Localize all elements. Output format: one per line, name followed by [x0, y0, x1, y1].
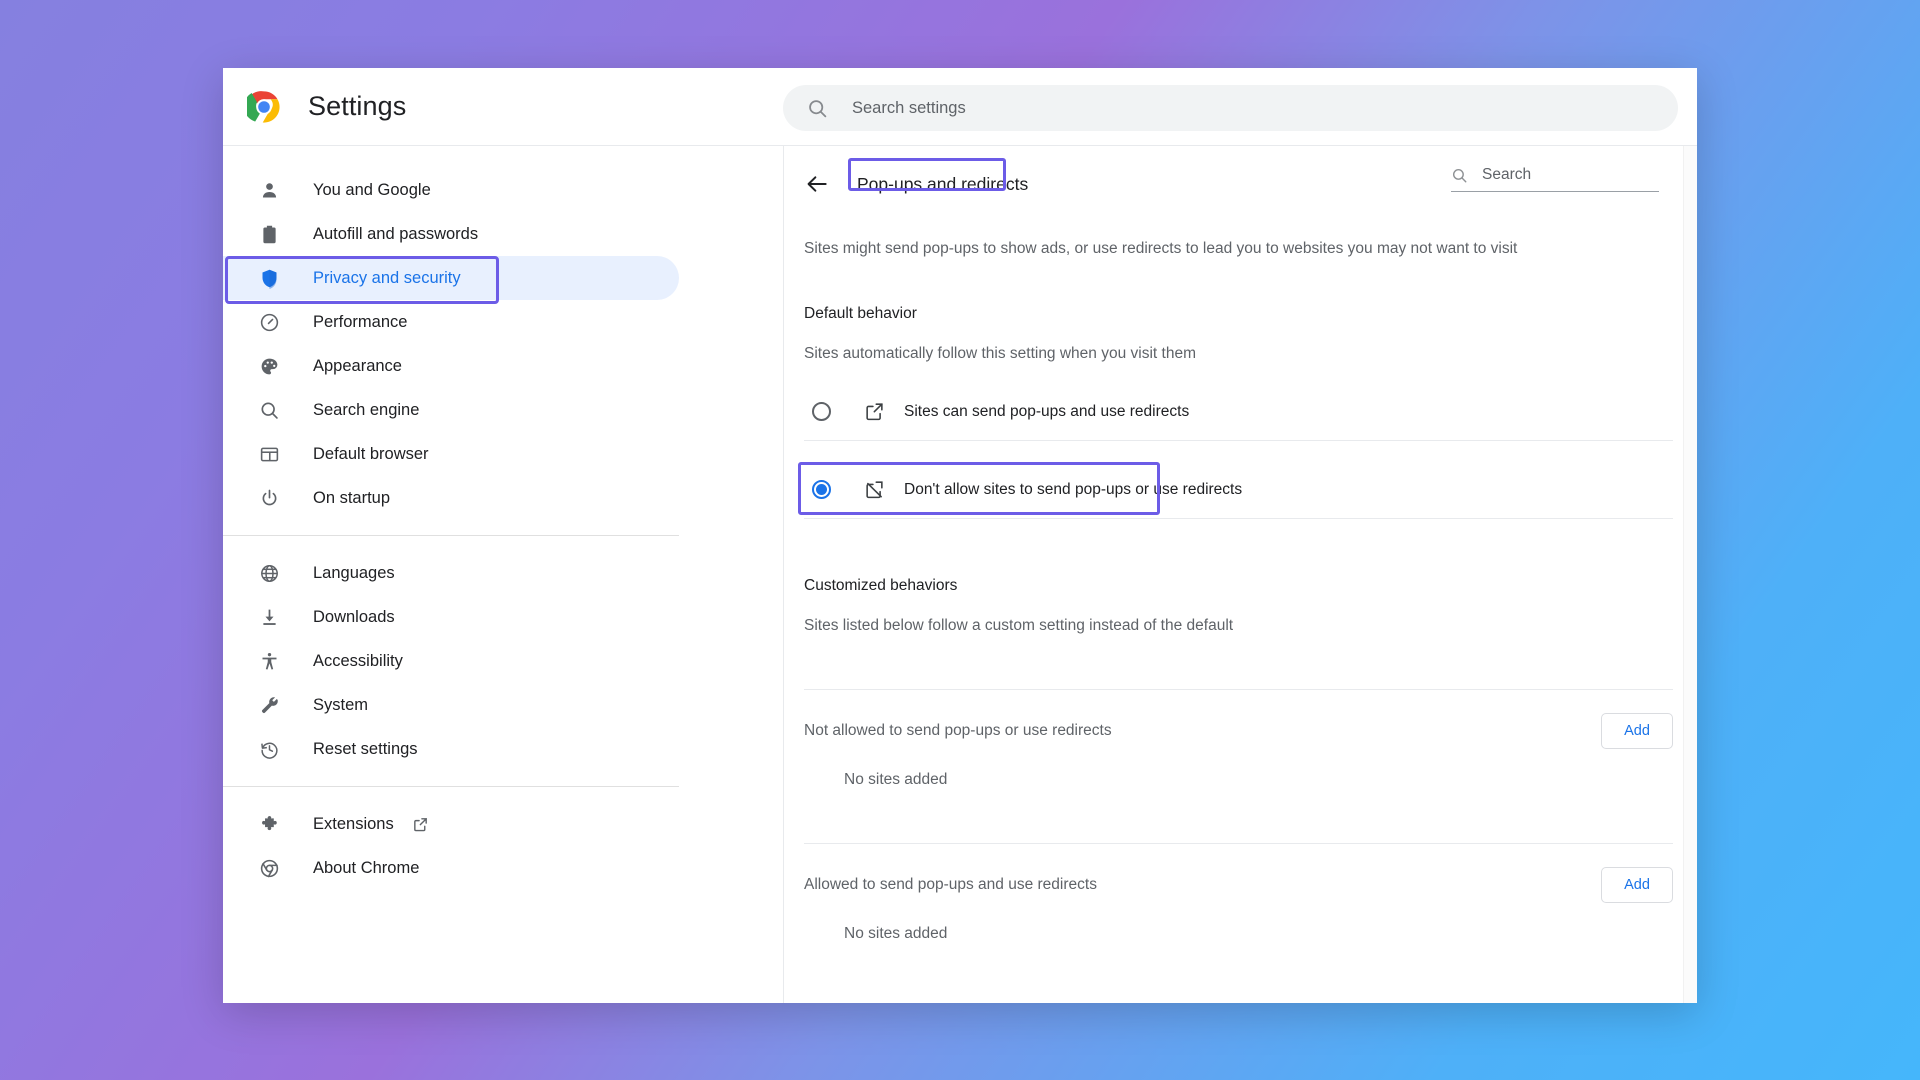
sidebar-item-languages[interactable]: Languages — [223, 551, 679, 595]
accessibility-icon — [258, 650, 280, 672]
radio-option-block-popups[interactable]: Don't allow sites to send pop-ups or use… — [804, 461, 1673, 519]
page-title: Pop-ups and redirects — [852, 171, 1033, 198]
settings-topbar: Settings Search settings — [223, 68, 1697, 146]
download-icon — [258, 606, 280, 628]
open-in-new-icon — [412, 816, 429, 833]
sidebar-item-about-chrome[interactable]: About Chrome — [223, 846, 679, 890]
default-behavior-subtext: Sites automatically follow this setting … — [804, 345, 1673, 363]
content-scrollbar[interactable] — [1683, 146, 1697, 1003]
default-behavior-heading: Default behavior — [804, 305, 1673, 323]
sidebar-divider — [223, 535, 679, 536]
open-in-new-off-icon — [864, 479, 885, 500]
radio-button-unselected[interactable] — [812, 402, 831, 421]
browser-window-icon — [258, 443, 280, 465]
sidebar-item-label: Accessibility — [313, 652, 403, 671]
sidebar-item-privacy-and-security[interactable]: Privacy and security — [223, 256, 679, 300]
search-icon — [258, 399, 280, 421]
content-search-placeholder: Search — [1482, 166, 1531, 184]
search-icon — [807, 98, 828, 119]
search-icon — [1451, 167, 1468, 184]
settings-content-panel: Pop-ups and redirects Search Sites might… — [783, 146, 1697, 1003]
sidebar-item-label: On startup — [313, 489, 390, 508]
content-header: Pop-ups and redirects Search — [784, 146, 1697, 208]
chrome-logo-icon — [247, 90, 281, 124]
customized-behaviors-heading: Customized behaviors — [804, 577, 1673, 595]
sidebar-item-on-startup[interactable]: On startup — [223, 476, 679, 520]
person-icon — [258, 179, 280, 201]
sidebar-item-appearance[interactable]: Appearance — [223, 344, 679, 388]
sidebar-item-search-engine[interactable]: Search engine — [223, 388, 679, 432]
empty-state-text: No sites added — [844, 925, 1673, 943]
radio-option-allow-popups[interactable]: Sites can send pop-ups and use redirects — [804, 383, 1673, 441]
sidebar-item-performance[interactable]: Performance — [223, 300, 679, 344]
wrench-icon — [258, 694, 280, 716]
intro-description: Sites might send pop-ups to show ads, or… — [804, 238, 1673, 260]
chrome-settings-window: Settings Search settings You and Google — [223, 68, 1697, 1003]
puzzle-icon — [258, 813, 280, 835]
sidebar-item-label: Default browser — [313, 445, 429, 464]
sidebar-item-label: Languages — [313, 564, 395, 583]
custom-group-not-allowed: Not allowed to send pop-ups or use redir… — [804, 689, 1673, 749]
custom-group-allowed: Allowed to send pop-ups and use redirect… — [804, 843, 1673, 903]
history-icon — [258, 738, 280, 760]
customized-behaviors-subtext: Sites listed below follow a custom setti… — [804, 617, 1673, 635]
shield-icon — [258, 267, 280, 289]
sidebar-item-accessibility[interactable]: Accessibility — [223, 639, 679, 683]
sidebar-item-label: Autofill and passwords — [313, 225, 478, 244]
custom-group-label: Allowed to send pop-ups and use redirect… — [804, 876, 1097, 894]
sidebar-item-downloads[interactable]: Downloads — [223, 595, 679, 639]
page-app-title: Settings — [308, 91, 406, 122]
radio-option-label: Don't allow sites to send pop-ups or use… — [904, 481, 1242, 499]
search-settings-placeholder: Search settings — [852, 99, 966, 118]
sidebar-item-label: About Chrome — [313, 859, 419, 878]
back-arrow-icon[interactable] — [804, 171, 830, 197]
sidebar-item-extensions[interactable]: Extensions — [223, 802, 679, 846]
settings-sidebar: You and Google Autofill and passwords Pr… — [223, 146, 783, 1003]
radio-option-label: Sites can send pop-ups and use redirects — [904, 403, 1189, 421]
sidebar-item-autofill-and-passwords[interactable]: Autofill and passwords — [223, 212, 679, 256]
sidebar-item-system[interactable]: System — [223, 683, 679, 727]
sidebar-item-label: Privacy and security — [313, 269, 461, 288]
clipboard-icon — [258, 223, 280, 245]
add-button[interactable]: Add — [1601, 713, 1673, 749]
search-settings-input[interactable]: Search settings — [783, 85, 1678, 131]
power-icon — [258, 487, 280, 509]
globe-icon — [258, 562, 280, 584]
open-in-new-icon — [864, 401, 885, 422]
speedometer-icon — [258, 311, 280, 333]
sidebar-item-label: Appearance — [313, 357, 402, 376]
radio-button-selected[interactable] — [812, 480, 831, 499]
chrome-mono-icon — [258, 857, 280, 879]
sidebar-item-label: Extensions — [313, 815, 394, 834]
custom-group-label: Not allowed to send pop-ups or use redir… — [804, 722, 1112, 740]
sidebar-item-default-browser[interactable]: Default browser — [223, 432, 679, 476]
sidebar-item-label: System — [313, 696, 368, 715]
sidebar-item-label: Search engine — [313, 401, 419, 420]
sidebar-item-label: Performance — [313, 313, 407, 332]
sidebar-item-you-and-google[interactable]: You and Google — [223, 168, 679, 212]
sidebar-item-label: You and Google — [313, 181, 431, 200]
sidebar-item-label: Downloads — [313, 608, 395, 627]
sidebar-item-reset-settings[interactable]: Reset settings — [223, 727, 679, 771]
add-button[interactable]: Add — [1601, 867, 1673, 903]
empty-state-text: No sites added — [844, 771, 1673, 789]
palette-icon — [258, 355, 280, 377]
sidebar-divider — [223, 786, 679, 787]
content-search-input[interactable]: Search — [1451, 166, 1659, 192]
sidebar-item-label: Reset settings — [313, 740, 418, 759]
